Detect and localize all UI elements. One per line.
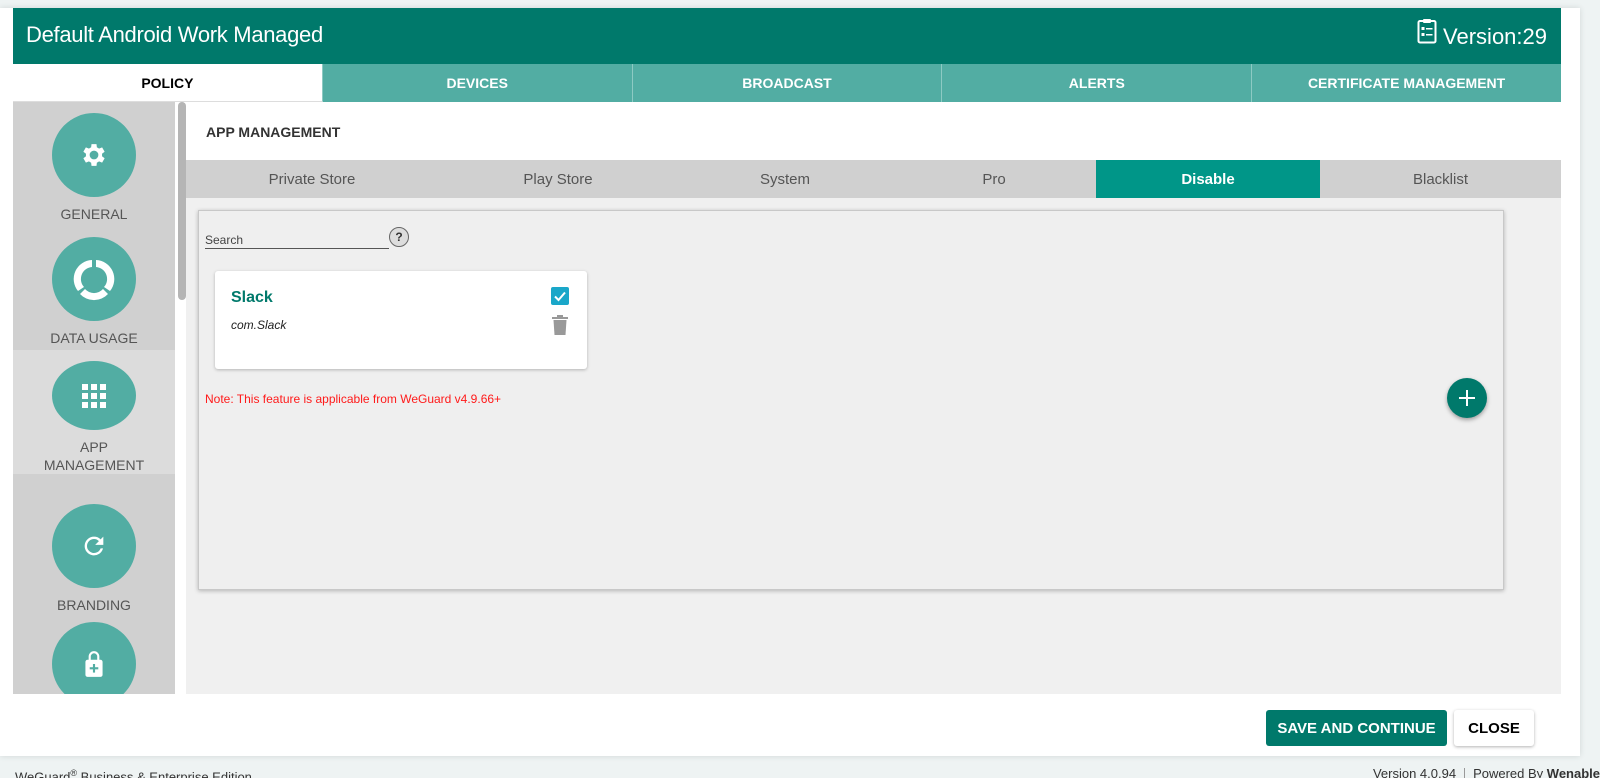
- tab-certificate-management[interactable]: CERTIFICATE MANAGEMENT: [1252, 64, 1561, 102]
- footer-product: WeGuard® Business & Enterprise Edition: [15, 768, 252, 778]
- app-management-content: APP MANAGEMENT Private Store Play Store …: [186, 102, 1561, 694]
- refresh-icon: [52, 504, 136, 588]
- tab-broadcast[interactable]: BROADCAST: [632, 64, 943, 102]
- sidebar-item-branding[interactable]: BRANDING: [13, 493, 175, 617]
- close-button[interactable]: CLOSE: [1454, 710, 1534, 746]
- subtab-system[interactable]: System: [678, 160, 892, 198]
- app-sub-tabs: Private Store Play Store System Pro Disa…: [186, 160, 1561, 198]
- help-icon[interactable]: ?: [389, 227, 409, 247]
- search-input[interactable]: [205, 227, 389, 249]
- app-checkbox[interactable]: [551, 287, 569, 305]
- disabled-apps-panel: ? Slack com.Slack Note: This feature is …: [198, 210, 1504, 590]
- plus-icon: [1459, 390, 1475, 406]
- app-card-slack: Slack com.Slack: [215, 271, 587, 369]
- feature-note: Note: This feature is applicable from We…: [205, 392, 502, 406]
- apps-grid-icon: [52, 361, 136, 430]
- sidebar-item-app-management[interactable]: APP MANAGEMENT: [13, 350, 175, 474]
- main-tabs: POLICY DEVICES BROADCAST ALERTS CERTIFIC…: [13, 64, 1561, 102]
- subtab-disable[interactable]: Disable: [1096, 160, 1320, 198]
- subtab-play-store[interactable]: Play Store: [438, 160, 678, 198]
- version-label: Version:29: [1443, 24, 1547, 49]
- policy-modal: Default Android Work Managed Version:29 …: [0, 8, 1580, 756]
- tab-alerts[interactable]: ALERTS: [942, 64, 1253, 102]
- policy-title: Default Android Work Managed: [26, 22, 323, 47]
- subtab-private-store[interactable]: Private Store: [186, 160, 438, 198]
- sidebar-scrollbar[interactable]: [178, 102, 186, 300]
- subtab-pro[interactable]: Pro: [892, 160, 1096, 198]
- sidebar-label-general: GENERAL: [60, 206, 128, 222]
- donut-chart-icon: [52, 237, 136, 321]
- sidebar-label-app-management: APP MANAGEMENT: [43, 439, 145, 473]
- clipboard-icon: [1417, 19, 1437, 50]
- version-indicator: Version:29: [1417, 19, 1547, 50]
- trash-icon[interactable]: [551, 315, 569, 340]
- tab-policy[interactable]: POLICY: [13, 64, 323, 102]
- add-app-button[interactable]: [1447, 378, 1487, 418]
- save-and-continue-button[interactable]: SAVE AND CONTINUE: [1266, 710, 1447, 746]
- subtab-blacklist[interactable]: Blacklist: [1320, 160, 1561, 198]
- checkmark-icon: [554, 291, 566, 302]
- company-name: Wenable: [1546, 766, 1600, 778]
- modal-header: Default Android Work Managed Version:29: [13, 8, 1561, 64]
- footer-version: Version 4.0.94 Powered By Wenable: [1373, 766, 1600, 778]
- lock-icon: [52, 622, 136, 694]
- tab-devices[interactable]: DEVICES: [322, 64, 633, 102]
- sidebar-item-data-usage[interactable]: DATA USAGE: [13, 226, 175, 350]
- sidebar-label-data-usage: DATA USAGE: [50, 330, 138, 346]
- section-title: APP MANAGEMENT: [186, 102, 1561, 160]
- gear-icon: [52, 113, 136, 197]
- sidebar-item-general[interactable]: GENERAL: [13, 102, 175, 226]
- footer-divider: [1464, 767, 1466, 778]
- app-name: Slack: [231, 289, 273, 306]
- policy-sidebar: GENERAL DATA USAGE APP MANAGEMENT BRANDI…: [13, 102, 175, 694]
- sidebar-item-security[interactable]: [13, 611, 175, 694]
- app-package: com.Slack: [231, 318, 287, 332]
